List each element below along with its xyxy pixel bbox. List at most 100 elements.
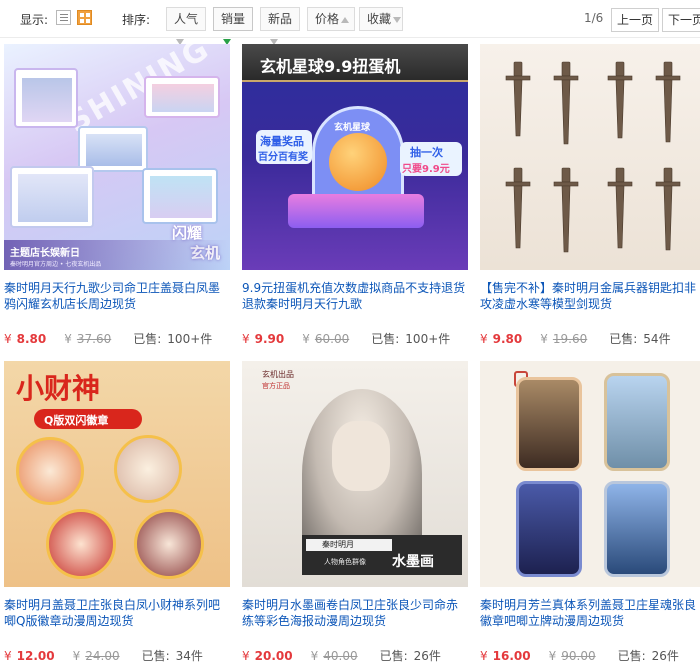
badge-art bbox=[114, 435, 182, 503]
grid-view-button[interactable] bbox=[77, 10, 92, 25]
list-view-button[interactable] bbox=[56, 10, 71, 25]
sold-label: 已售: bbox=[141, 649, 170, 663]
brand-mark: 玄机出品 bbox=[262, 370, 294, 379]
original-price: 60.00 bbox=[314, 332, 350, 346]
product-image[interactable] bbox=[480, 361, 700, 587]
prev-page-button[interactable]: 上一页 bbox=[611, 8, 659, 32]
banner-text: 玄机星球9.9扭蛋机 bbox=[260, 57, 401, 76]
sold-count: 100+件 bbox=[405, 332, 451, 346]
price-row: ¥20.00 ¥40.00 已售: 26件 bbox=[242, 647, 468, 665]
display-label: 显示: bbox=[20, 13, 49, 27]
sort-asc-icon bbox=[341, 16, 350, 23]
poster-title: 水墨画 bbox=[392, 554, 434, 570]
sold-label: 已售: bbox=[609, 332, 638, 346]
sort-sales-button[interactable]: 销量 bbox=[213, 7, 253, 45]
gacha-base-art bbox=[288, 194, 424, 228]
sale-price: 9.80 bbox=[492, 332, 523, 346]
original-price: 90.00 bbox=[561, 649, 596, 663]
tag-text: 抽一次 bbox=[410, 146, 443, 159]
sold-label: 已售: bbox=[379, 649, 408, 663]
merch-card-art bbox=[10, 166, 94, 228]
badge-art bbox=[46, 509, 116, 579]
sold-label: 已售: bbox=[371, 332, 400, 346]
sort-favorites-button[interactable]: 收藏 bbox=[359, 7, 403, 31]
currency-symbol: ¥ bbox=[480, 649, 488, 663]
tag-text: 海量奖品 bbox=[260, 135, 304, 148]
tag-text: 百分百有奖 bbox=[258, 152, 308, 163]
original-price: 40.00 bbox=[323, 649, 358, 663]
sold-label: 已售: bbox=[617, 649, 646, 663]
currency-symbol: ¥ bbox=[540, 332, 548, 346]
sold-count: 26件 bbox=[413, 649, 441, 663]
ink-face-art bbox=[332, 421, 390, 491]
currency-symbol: ¥ bbox=[72, 649, 81, 663]
official-stamp: 官方正品 bbox=[262, 382, 290, 390]
product-title-link[interactable]: 秦时明月盖聂卫庄张良白凤小财神系列吧唧Q版徽章动漫周边现货 bbox=[4, 597, 230, 633]
sort-sales-label: 销量 bbox=[221, 12, 246, 26]
sale-price: 20.00 bbox=[254, 649, 293, 663]
product-title-link[interactable]: 【售完不补】秦时明月金属兵器钥匙扣非攻凌虚水寒等模型剑现货 bbox=[480, 280, 700, 316]
logo-text: 玄机星球 bbox=[334, 123, 371, 133]
price-row: ¥12.00 ¥24.00 已售: 34件 bbox=[4, 647, 230, 665]
price-row: ¥16.00 ¥90.00 已售: 26件 bbox=[480, 647, 700, 665]
badge-art bbox=[16, 437, 84, 505]
sort-desc-icon bbox=[393, 16, 402, 23]
price-row: ¥8.80 ¥37.60 已售: 100+件 bbox=[4, 330, 230, 348]
poster-caption: 秦时明月 bbox=[322, 540, 354, 549]
thumb-subcaption: 秦时明月官方周边 • 七夜玄机出品 bbox=[10, 261, 102, 268]
sold-count: 100+件 bbox=[167, 332, 213, 346]
toolbar: 显示: 排序: 人气 销量 新品 价格 收藏 1/6 上一页 下一页 bbox=[0, 0, 700, 45]
next-page-button[interactable]: 下一页 bbox=[662, 8, 700, 32]
product-title-link[interactable]: 秦时明月水墨画卷白凤卫庄张良少司命赤练等彩色海报动漫周边现货 bbox=[242, 597, 468, 633]
sold-count: 26件 bbox=[651, 649, 679, 663]
currency-symbol: ¥ bbox=[4, 649, 12, 663]
sort-newest-button[interactable]: 新品 bbox=[260, 7, 300, 45]
sort-price-label: 价格 bbox=[315, 12, 340, 26]
sort-label: 排序: bbox=[122, 13, 151, 27]
sold-count: 34件 bbox=[175, 649, 203, 663]
sale-price: 8.80 bbox=[16, 332, 47, 346]
product-title-link[interactable]: 秦时明月天行九歌少司命卫庄盖聂白凤墨鸦闪耀玄机店长周边现货 bbox=[4, 280, 230, 316]
thumb-caption: 主题店长娱新日 bbox=[10, 248, 80, 259]
product-image[interactable] bbox=[480, 44, 700, 270]
tag-text: 只要9.9元 bbox=[402, 164, 450, 175]
sort-price-button[interactable]: 价格 bbox=[307, 7, 355, 31]
original-price: 24.00 bbox=[85, 649, 120, 663]
sort-popularity-label: 人气 bbox=[174, 12, 199, 26]
product-image[interactable]: 玄机星球9.9扭蛋机 玄机星球 海量奖品 百分百有奖 抽一次 只要9.9元 bbox=[242, 44, 468, 270]
merch-card-art bbox=[14, 68, 78, 128]
currency-symbol: ¥ bbox=[302, 332, 310, 346]
product-image[interactable]: 小财神 Q版双闪徽章 bbox=[4, 361, 230, 587]
badge-series-subtitle: Q版双闪徽章 bbox=[44, 414, 109, 427]
sale-price: 16.00 bbox=[492, 649, 531, 663]
currency-symbol: ¥ bbox=[4, 332, 12, 346]
swords-art bbox=[505, 61, 681, 253]
sale-price: 12.00 bbox=[16, 649, 55, 663]
currency-symbol: ¥ bbox=[242, 332, 250, 346]
sort-newest-label: 新品 bbox=[268, 12, 293, 26]
merch-card-art bbox=[142, 168, 218, 224]
merch-card-art bbox=[144, 76, 220, 118]
standee-card-art bbox=[516, 377, 582, 471]
product-title-link[interactable]: 9.9元扭蛋机充值次数虚拟商品不支持退货退款秦时明月天行九歌 bbox=[242, 280, 468, 316]
page-indicator: 1/6 bbox=[584, 11, 604, 25]
standee-card-art bbox=[516, 481, 582, 577]
product-image[interactable]: 玄机出品 官方正品 秦时明月 人物角色群像 水墨画 bbox=[242, 361, 468, 587]
sold-label: 已售: bbox=[133, 332, 162, 346]
sort-favorites-label: 收藏 bbox=[367, 12, 392, 26]
badge-art bbox=[134, 509, 204, 579]
price-row: ¥9.90 ¥60.00 已售: 100+件 bbox=[242, 330, 468, 348]
currency-symbol: ¥ bbox=[242, 649, 250, 663]
standee-card-art bbox=[604, 373, 670, 471]
sale-price: 9.90 bbox=[254, 332, 285, 346]
standee-card-art bbox=[604, 481, 670, 577]
badge-series-title: 小财神 bbox=[16, 372, 101, 405]
product-image[interactable]: SHINING 闪耀 玄机 主题店长娱新日 秦时明月官方周边 • 七夜玄机出品 bbox=[4, 44, 230, 270]
product-title-link[interactable]: 秦时明月芳兰真体系列盖聂卫庄星魂张良徽章吧唧立牌动漫周边现货 bbox=[480, 597, 700, 633]
original-price: 37.60 bbox=[76, 332, 112, 346]
currency-symbol: ¥ bbox=[480, 332, 488, 346]
sort-popularity-button[interactable]: 人气 bbox=[166, 7, 206, 45]
currency-symbol: ¥ bbox=[310, 649, 319, 663]
price-row: ¥9.80 ¥19.60 已售: 54件 bbox=[480, 330, 700, 348]
currency-symbol: ¥ bbox=[64, 332, 72, 346]
